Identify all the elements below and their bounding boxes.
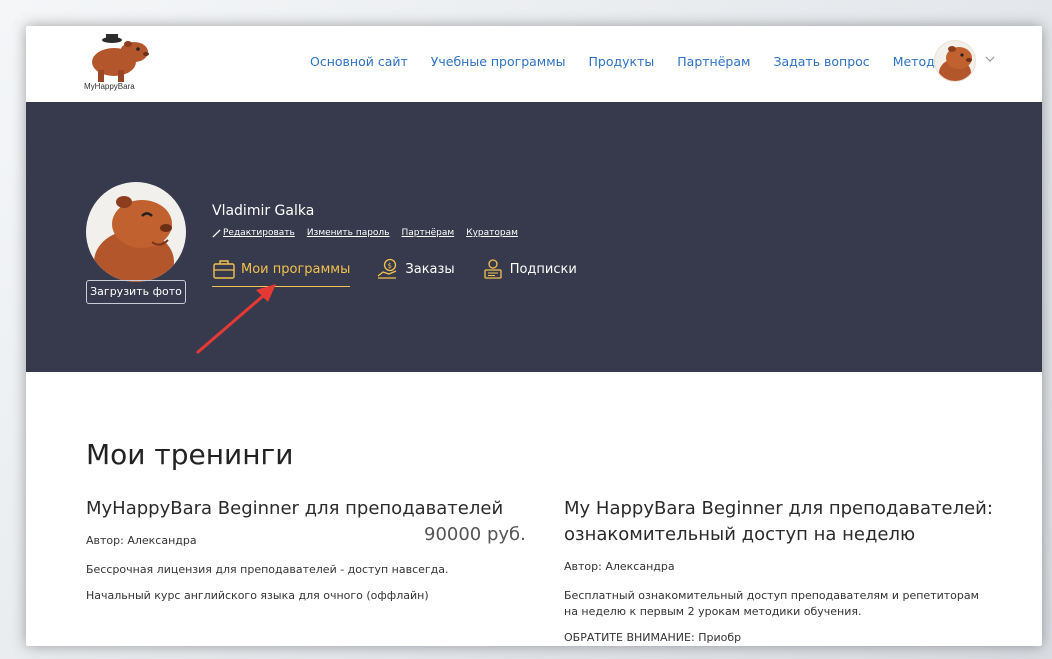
briefcase-icon xyxy=(213,260,235,279)
tab-subscriptions[interactable]: Подписки xyxy=(481,258,577,280)
edit-profile-link[interactable]: Редактировать xyxy=(223,228,295,238)
nav-main-site[interactable]: Основной сайт xyxy=(310,54,408,69)
chevron-down-icon[interactable] xyxy=(984,54,996,64)
partners-link[interactable]: Партнёрам xyxy=(402,228,455,238)
user-card-icon xyxy=(484,259,502,279)
tab-label: Подписки xyxy=(509,261,577,277)
profile-avatar xyxy=(86,182,186,282)
nav-products[interactable]: Продукты xyxy=(589,54,655,69)
profile-links: Редактировать Изменить пароль Партнёрам … xyxy=(212,228,530,238)
main-nav: Основной сайт Учебные программы Продукты… xyxy=(310,54,981,69)
course-author: Автор: Александра xyxy=(564,560,675,573)
logo[interactable]: MyHappyBara xyxy=(84,34,154,94)
tab-orders[interactable]: $ Заказы xyxy=(376,258,455,280)
nav-programs[interactable]: Учебные программы xyxy=(431,54,566,69)
logo-text: MyHappyBara xyxy=(84,82,135,91)
user-name: Vladimir Galka xyxy=(212,203,315,219)
svg-text:$: $ xyxy=(388,262,392,270)
annotation-arrow-icon xyxy=(196,284,276,354)
money-hand-icon: $ xyxy=(377,258,397,279)
course-price: 90000 руб. xyxy=(424,524,526,545)
upload-photo-button[interactable]: Загрузить фото xyxy=(86,280,186,304)
site-header: MyHappyBara Основной сайт Учебные програ… xyxy=(26,26,1042,102)
tab-label: Заказы xyxy=(405,261,455,277)
profile-hero: Загрузить фото Vladimir Galka Редактиров… xyxy=(26,102,1042,372)
change-password-link[interactable]: Изменить пароль xyxy=(307,228,390,238)
course-title[interactable]: MyHappyBara Beginner для преподавателей xyxy=(86,496,516,522)
curators-link[interactable]: Кураторам xyxy=(466,228,518,238)
section-title: Мои тренинги xyxy=(86,438,294,471)
screenshot-frame: MyHappyBara Основной сайт Учебные програ… xyxy=(0,0,1052,659)
course-card[interactable]: My HappyBara Beginner для преподавателей… xyxy=(564,496,994,646)
course-description: Бессрочная лицензия для преподавателей -… xyxy=(86,563,449,576)
header-avatar[interactable] xyxy=(934,40,976,82)
nav-ask-question[interactable]: Задать вопрос xyxy=(773,54,869,69)
capybara-avatar-icon xyxy=(94,196,174,282)
capybara-logo-icon xyxy=(92,34,149,82)
course-card[interactable]: MyHappyBara Beginner для преподавателей … xyxy=(86,496,526,604)
nav-partners[interactable]: Партнёрам xyxy=(677,54,750,69)
pencil-icon xyxy=(212,228,221,238)
course-description-extra: ОБРАТИТЕ ВНИМАНИЕ: Приобр xyxy=(564,631,742,644)
course-description-extra: Начальный курс английского языка для очн… xyxy=(86,589,429,602)
capybara-avatar-icon xyxy=(939,46,972,81)
tab-label: Мои программы xyxy=(241,261,351,277)
page: MyHappyBara Основной сайт Учебные програ… xyxy=(26,26,1042,646)
course-description: Бесплатный ознакомительный доступ препод… xyxy=(564,589,979,618)
course-title[interactable]: My HappyBara Beginner для преподавателей… xyxy=(564,496,994,548)
